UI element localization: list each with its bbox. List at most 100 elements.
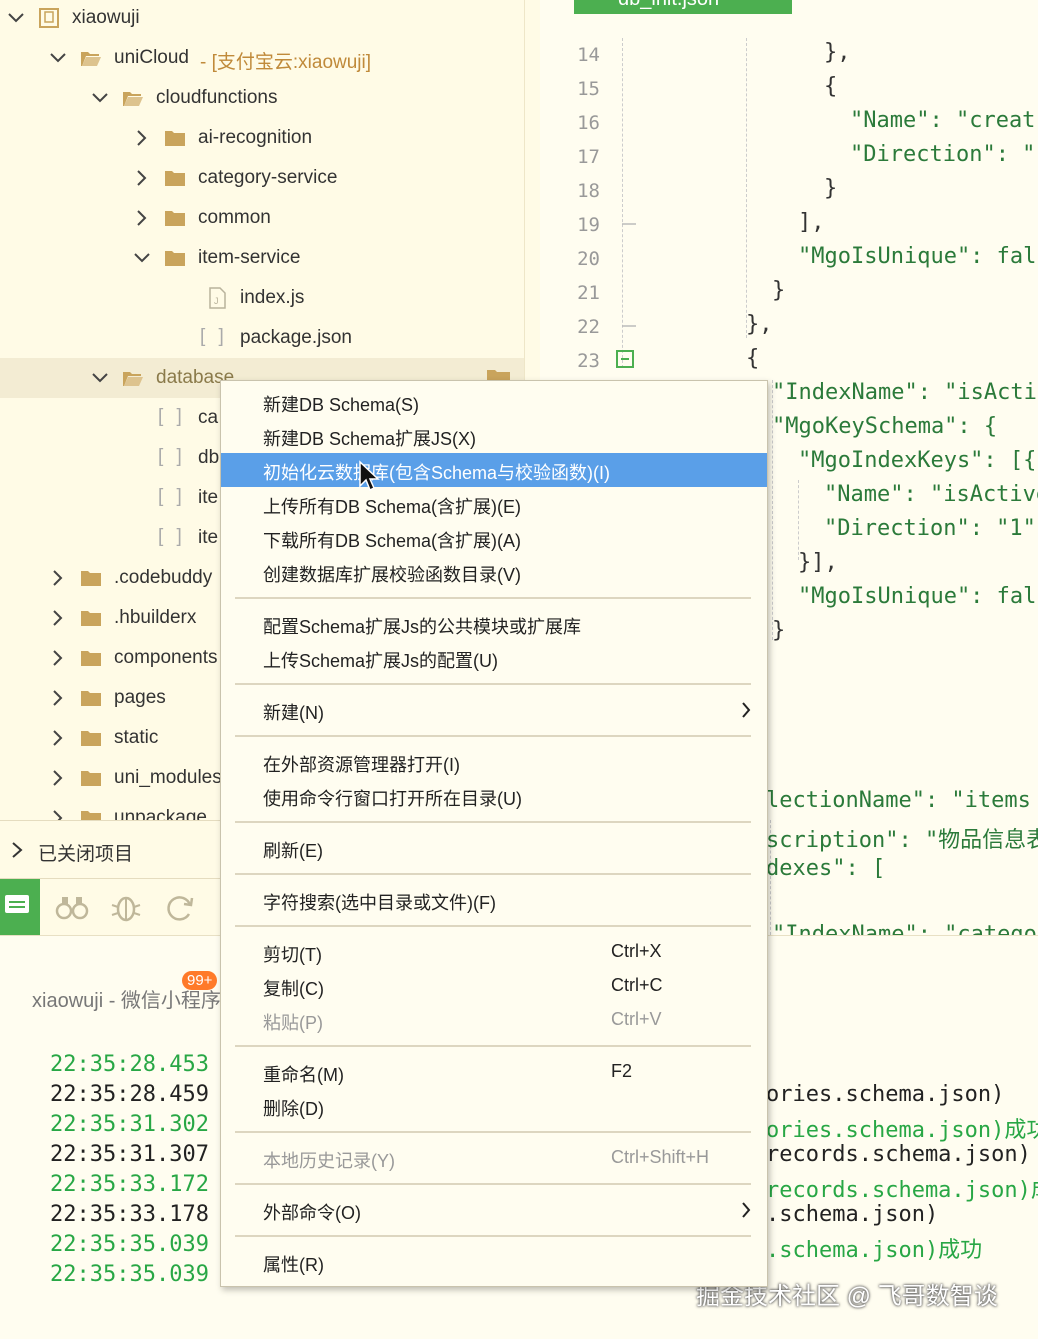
explorer-tab-button[interactable] [0,879,40,935]
menu-item[interactable]: 删除(D) [221,1089,767,1123]
refresh-icon[interactable] [160,887,200,927]
chevron-right-icon[interactable] [48,608,68,628]
menu-item[interactable]: 重命名(M) F2 [221,1055,767,1089]
menu-shortcut: Ctrl+Shift+H [611,1147,710,1167]
notification-badge: 99+ [182,971,218,990]
folder-icon [81,691,101,706]
log-message: ories.schema.json) [766,1082,1005,1107]
menu-item[interactable]: 复制(C) Ctrl+C [221,969,767,1003]
log-timestamp: 22:35:28.453 [50,1052,209,1077]
code-line: } [772,278,786,303]
chevron-right-icon[interactable] [132,128,152,148]
tree-item[interactable]: xiaowuji [0,0,524,38]
chevron-right-icon[interactable] [48,688,68,708]
code-line: } [824,176,838,201]
log-message: ories.schema.json)成功 [766,1118,1038,1143]
tree-item[interactable]: [ ] package.json [0,318,524,358]
line-number: 22 [577,316,600,338]
code-line: ], [798,210,825,235]
menu-item[interactable]: 下载所有DB Schema(含扩展)(A) [221,521,767,555]
binoculars-icon[interactable] [52,887,92,927]
code-line: "MgoIsUnique": fal [798,244,1037,269]
code-line: "MgoIsUnique": fal [798,584,1037,609]
chevron-right-icon[interactable] [48,568,68,588]
chevron-right-icon[interactable] [48,808,68,820]
chevron-right-icon[interactable] [132,208,152,228]
line-number: 14 [577,44,600,66]
chevron-down-icon[interactable] [132,248,152,268]
tree-item[interactable]: cloudfunctions [0,78,524,118]
menu-item[interactable]: 上传所有DB Schema(含扩展)(E) [221,487,767,521]
chevron-right-icon[interactable] [132,168,152,188]
menu-item[interactable]: 刷新(E) [221,831,767,865]
project-icon [39,8,59,28]
tree-item[interactable]: item-service [0,238,524,278]
menu-item-label: 使用命令行窗口打开所在目录(U) [263,789,522,809]
tree-item[interactable]: category-service [0,158,524,198]
menu-item-label: 上传Schema扩展Js的配置(U) [263,651,499,671]
tab-db-init-json[interactable]: db_init.json [574,0,792,14]
fold-end-marker-icon [622,223,636,225]
tree-item-label: db [198,447,220,468]
code-line: "Direction": "1" [824,516,1036,541]
menu-item[interactable]: 使用命令行窗口打开所在目录(U) [221,779,767,813]
menu-item[interactable]: 创建数据库扩展校验函数目录(V) [221,555,767,589]
menu-item[interactable]: 新建DB Schema(S) [221,385,767,419]
code-line: "Name": "creat [850,108,1036,133]
log-message: .schema.json)成功 [766,1238,983,1263]
indent-guide [622,38,623,368]
tree-item[interactable]: common [0,198,524,238]
code-line: "MgoKeySchema": { [772,414,998,439]
menu-item-label: 剪切(T) [263,945,322,965]
chevron-right-icon[interactable] [48,768,68,788]
code-line: { [824,74,838,99]
menu-item[interactable]: 字符搜索(选中目录或文件)(F) [221,883,767,917]
menu-item[interactable]: 属性(R) [221,1245,767,1279]
tree-item-label: package.json [240,327,352,348]
log-message: records.schema.json)成 [766,1178,1038,1203]
tree-item[interactable]: Jindex.js [0,278,524,318]
menu-item-label: 新建DB Schema扩展JS(X) [263,429,477,449]
chevron-right-icon[interactable] [48,648,68,668]
menu-item-label: 刷新(E) [263,841,323,861]
code-line: "IndexName": "isActi [772,380,1037,405]
menu-item[interactable]: 上传Schema扩展Js的配置(U) [221,641,767,675]
tree-item-label: index.js [240,287,305,308]
menu-item-label: 创建数据库扩展校验函数目录(V) [263,565,521,585]
tree-item-label: .codebuddy [114,567,213,588]
chevron-down-icon[interactable] [6,8,26,28]
fold-collapse-icon[interactable] [616,350,634,368]
menu-item[interactable]: 新建DB Schema扩展JS(X) [221,419,767,453]
line-number: 17 [577,146,600,168]
chevron-down-icon[interactable] [48,48,68,68]
code-line: "Direction": " [850,142,1036,167]
closed-projects[interactable]: 已关闭项目 [0,820,220,879]
tree-item-label: item-service [198,247,301,268]
chevron-down-icon[interactable] [90,368,110,388]
menu-item[interactable]: 在外部资源管理器打开(I) [221,745,767,779]
menu-shortcut: Ctrl+V [611,1009,662,1029]
menu-item[interactable]: 外部命令(O) [221,1193,767,1227]
tree-item[interactable]: ai-recognition [0,118,524,158]
file-list-icon [5,895,29,913]
debug-bug-icon[interactable] [106,887,146,927]
folder-icon [81,771,101,786]
menu-item-label: 复制(C) [263,979,324,999]
menu-item[interactable]: 配置Schema扩展Js的公共模块或扩展库 [221,607,767,641]
js-file-icon: J [209,287,226,309]
code-line: scription": "物品信息表 [766,828,1038,853]
chevron-right-icon [12,842,23,858]
json-file-icon: [ ] [158,406,186,427]
log-timestamp: 22:35:33.172 [50,1172,209,1197]
tree-item-label: ai-recognition [198,127,313,148]
menu-item[interactable]: 剪切(T) Ctrl+X [221,935,767,969]
tree-item[interactable]: uniCloud - [支付宝云:xiaowuji] [0,38,524,78]
chevron-right-icon[interactable] [48,728,68,748]
menu-item[interactable]: 初始化云数据库(包含Schema与校验函数)(I) [221,453,767,487]
chevron-down-icon[interactable] [90,88,110,108]
menu-item-label: 属性(R) [263,1255,324,1275]
menu-item-label: 字符搜索(选中目录或文件)(F) [263,893,496,913]
json-file-icon: [ ] [158,526,186,547]
menu-item[interactable]: 新建(N) [221,693,767,727]
line-number: 16 [577,112,600,134]
